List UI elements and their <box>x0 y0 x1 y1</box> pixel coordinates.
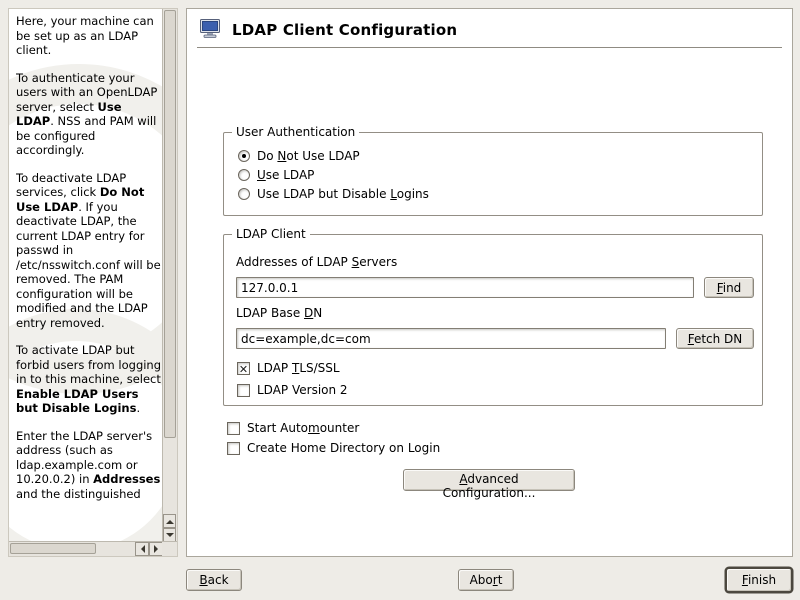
scroll-up-button[interactable] <box>163 514 176 528</box>
header-divider <box>197 47 782 48</box>
right-arrow-icon <box>153 545 162 553</box>
checkbox-icon[interactable] <box>227 441 240 455</box>
computer-icon <box>199 17 223 43</box>
page-title: LDAP Client Configuration <box>232 21 458 39</box>
checkbox-start-automounter[interactable]: Start Automounter <box>227 421 359 435</box>
up-arrow-icon <box>165 516 174 524</box>
yast-window: Here, your machine can be set up as an L… <box>0 0 800 600</box>
help-paragraph: To activate LDAP but forbid users from l… <box>16 343 162 415</box>
radio-label: Use LDAP <box>257 168 315 182</box>
find-button[interactable]: Find <box>704 277 754 298</box>
group-legend-client: LDAP Client <box>232 227 310 242</box>
group-legend-authentication: User Authentication <box>232 125 360 140</box>
help-paragraph: Enter the LDAP server's address (such as… <box>16 428 161 501</box>
down-arrow-icon <box>165 532 174 541</box>
radio-do-not-use-ldap[interactable]: Do Not Use LDAP <box>238 149 360 163</box>
left-arrow-icon <box>137 545 145 553</box>
help-paragraph: To deactivate LDAP services, click Do No… <box>16 170 161 330</box>
help-paragraph: To authenticate your users with an OpenL… <box>16 70 158 158</box>
radio-use-ldap-disable-logins[interactable]: Use LDAP but Disable Logins <box>238 187 429 201</box>
scroll-right-button[interactable] <box>149 542 163 556</box>
main-panel: LDAP Client Configuration User Authentic… <box>186 8 793 557</box>
servers-label: Addresses of LDAP Servers <box>236 255 398 269</box>
help-panel: Here, your machine can be set up as an L… <box>8 8 178 557</box>
radio-icon[interactable] <box>238 169 250 181</box>
scroll-left-button[interactable] <box>135 542 149 556</box>
checkbox-label: Start Automounter <box>247 421 360 435</box>
dialog-header: LDAP Client Configuration <box>199 17 457 43</box>
checkbox-create-home-directory[interactable]: Create Home Directory on Login <box>227 441 440 455</box>
checkbox-ldap-version-2[interactable]: LDAP Version 2 <box>237 383 348 397</box>
radio-label: Use LDAP but Disable Logins <box>257 187 429 201</box>
radio-icon[interactable] <box>238 188 250 200</box>
abort-button[interactable]: Abort <box>458 569 514 591</box>
vertical-scrollbar-thumb[interactable] <box>164 10 176 438</box>
checkbox-icon[interactable] <box>237 383 250 397</box>
help-horizontal-scrollbar[interactable] <box>9 541 163 556</box>
checkbox-icon[interactable] <box>227 421 240 435</box>
fetch-dn-button[interactable]: Fetch DN <box>676 328 754 349</box>
advanced-configuration-button[interactable]: Advanced Configuration... <box>403 469 575 500</box>
back-button[interactable]: Back <box>186 569 242 591</box>
ldap-client-group: LDAP Client Addresses of LDAP Servers Fi… <box>223 227 763 406</box>
checkbox-label: Create Home Directory on Login <box>247 441 441 455</box>
horizontal-scrollbar-thumb[interactable] <box>10 543 96 554</box>
base-dn-input[interactable] <box>236 328 666 349</box>
servers-input[interactable] <box>236 277 694 298</box>
scrollbar-corner <box>162 541 177 556</box>
help-vertical-scrollbar[interactable] <box>162 9 177 542</box>
base-dn-label: LDAP Base DN <box>236 306 323 320</box>
user-authentication-group: User Authentication Do Not Use LDAP Use … <box>223 125 763 216</box>
checkbox-ldap-tls-ssl[interactable]: LDAP TLS/SSL <box>237 361 340 375</box>
radio-icon[interactable] <box>238 150 250 162</box>
scroll-down-button[interactable] <box>163 528 176 542</box>
help-text: Here, your machine can be set up as an L… <box>16 14 162 536</box>
radio-label: Do Not Use LDAP <box>257 149 360 163</box>
checkbox-label: LDAP Version 2 <box>257 383 348 397</box>
checkbox-icon[interactable] <box>237 361 250 375</box>
help-paragraph: Here, your machine can be set up as an L… <box>16 14 154 57</box>
radio-use-ldap[interactable]: Use LDAP <box>238 168 314 182</box>
checkbox-label: LDAP TLS/SSL <box>257 361 340 375</box>
finish-button[interactable]: Finish <box>726 568 792 592</box>
